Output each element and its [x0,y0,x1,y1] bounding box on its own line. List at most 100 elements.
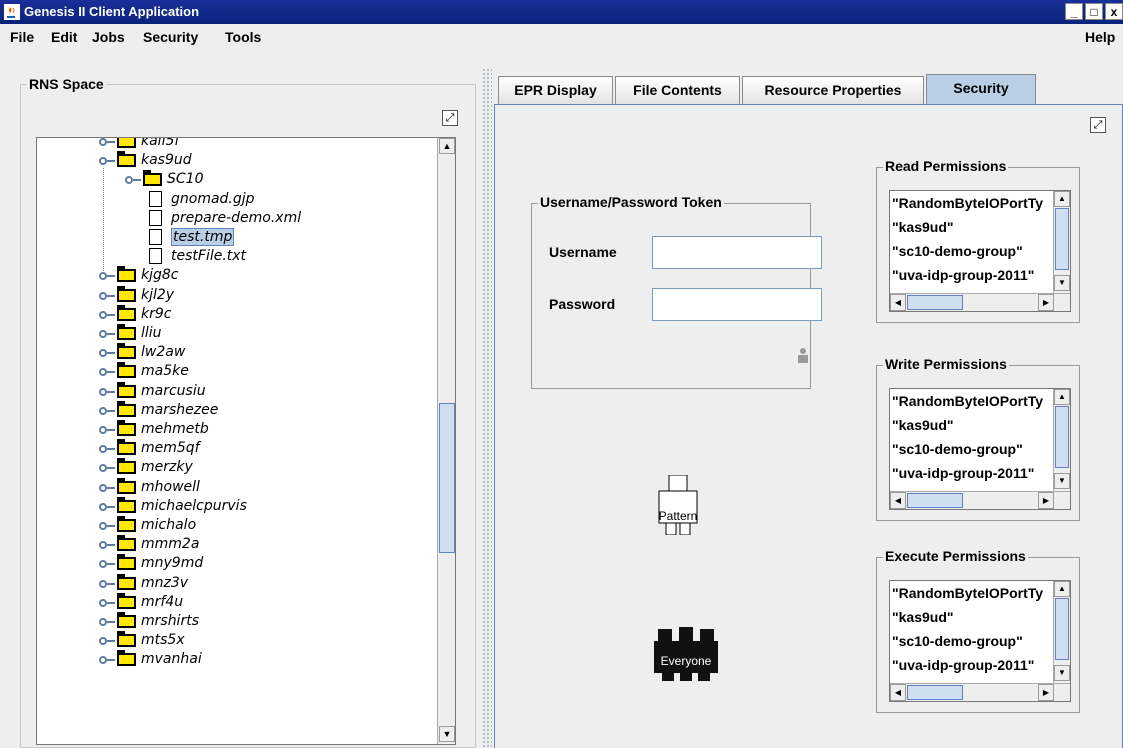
tab-epr-display[interactable]: EPR Display [498,76,613,104]
window-title-bar[interactable]: Genesis II Client Application _ □ x [0,0,1123,24]
collapsed-handle-icon[interactable] [99,560,107,569]
username-input[interactable] [652,236,822,269]
permissions-list[interactable]: "RandomByteIOPortTy "kas9ud" "sc10-demo-gr… [889,580,1071,702]
tree-folder-row[interactable]: mehmetb [37,420,437,439]
tree-folder-row[interactable]: ma5ke [37,362,437,381]
tree-folder-row[interactable]: SC10 [37,170,437,189]
collapsed-handle-icon[interactable] [99,598,107,607]
collapsed-handle-icon[interactable] [99,637,107,646]
permission-entry[interactable]: "uva-idp-group-2011" [892,657,1034,673]
permission-entry[interactable]: "RandomByteIOPortTy [892,585,1043,601]
scroll-up-arrow-icon[interactable]: ▲ [1054,581,1070,597]
permission-entry[interactable]: "kas9ud" [892,219,954,235]
scroll-right-arrow-icon[interactable]: ▶ [1038,684,1054,701]
tree-folder-row[interactable]: michalo [37,516,437,535]
tree-folder-row[interactable]: mhowell [37,477,437,497]
collapsed-handle-icon[interactable] [99,349,107,358]
permission-entry[interactable]: "kas9ud" [892,609,954,625]
scroll-down-arrow-icon[interactable]: ▼ [1054,275,1070,291]
maximize-button[interactable]: □ [1085,3,1103,20]
permission-entry[interactable]: "uva-idp-group-2011" [892,465,1034,481]
scroll-up-arrow-icon[interactable]: ▲ [439,138,455,154]
collapsed-handle-icon[interactable] [99,483,107,492]
scroll-left-arrow-icon[interactable]: ◀ [890,294,906,311]
pattern-icon[interactable]: Pattern [652,474,704,536]
tree-folder-row[interactable]: kall5f [37,138,437,151]
tree-folder-row[interactable]: mny9md [37,554,437,573]
collapsed-handle-icon[interactable] [99,330,107,338]
scroll-thumb[interactable] [907,493,963,508]
tree-folder-row[interactable]: mnz3v [37,573,437,593]
tree-folder-row[interactable]: kjg8c [37,266,437,285]
menu-help[interactable]: Help [1085,29,1115,45]
scroll-left-arrow-icon[interactable]: ◀ [890,684,906,701]
collapsed-handle-icon[interactable] [99,579,107,588]
permissions-vertical-scrollbar[interactable]: ▲ ▼ [1053,581,1070,683]
rns-maximize-icon[interactable]: ⤢ [442,110,458,126]
permissions-list[interactable]: "RandomByteIOPortTy "kas9ud" "sc10-demo-gr… [889,388,1071,510]
scroll-right-arrow-icon[interactable]: ▶ [1038,492,1054,509]
scroll-down-arrow-icon[interactable]: ▼ [439,726,455,742]
tree-folder-row[interactable]: lw2aw [37,343,437,362]
tree-folder-row[interactable]: kas9ud [37,151,437,170]
permission-entry[interactable]: "sc10-demo-group" [892,441,1023,457]
split-pane-divider[interactable] [482,68,492,748]
everyone-icon[interactable]: Everyone [652,627,720,683]
user-token-icon[interactable] [796,347,810,363]
tab-resource-properties[interactable]: Resource Properties [742,76,924,104]
scroll-thumb[interactable] [439,403,455,553]
permissions-vertical-scrollbar[interactable]: ▲ ▼ [1053,191,1070,293]
scroll-down-arrow-icon[interactable]: ▼ [1054,473,1070,489]
collapsed-handle-icon[interactable] [99,291,107,300]
tree-folder-row[interactable]: marshezee [37,400,437,420]
scroll-thumb[interactable] [1055,406,1069,468]
scroll-up-arrow-icon[interactable]: ▲ [1054,389,1070,405]
scroll-thumb[interactable] [1055,208,1069,270]
collapsed-handle-icon[interactable] [99,502,107,511]
collapsed-handle-icon[interactable] [99,656,107,665]
permissions-horizontal-scrollbar[interactable]: ◀ ▶ [890,491,1070,509]
tree-folder-row[interactable]: kjl2y [37,285,437,305]
permission-entry[interactable]: "RandomByteIOPortTy [892,195,1043,211]
permissions-horizontal-scrollbar[interactable]: ◀ ▶ [890,293,1070,311]
tree-file-row[interactable]: testFile.txt [37,247,437,266]
collapsed-handle-icon[interactable] [99,445,107,454]
permission-entry[interactable]: "kas9ud" [892,417,954,433]
tree-folder-row[interactable]: marcusiu [37,381,437,401]
collapsed-handle-icon[interactable] [99,368,107,377]
collapsed-handle-icon[interactable] [99,522,107,530]
minimize-button[interactable]: _ [1065,3,1083,20]
menu-edit[interactable]: Edit [51,29,77,45]
collapsed-handle-icon[interactable] [99,138,107,146]
tab-file-contents[interactable]: File Contents [615,76,740,104]
collapsed-handle-icon[interactable] [99,464,107,473]
menu-security[interactable]: Security [143,29,198,45]
password-input[interactable] [652,288,822,321]
tree-vertical-scrollbar[interactable]: ▲ ▼ [437,138,455,744]
security-maximize-icon[interactable]: ⤢ [1090,117,1106,133]
collapsed-handle-icon[interactable] [99,272,107,281]
menu-file[interactable]: File [10,29,34,45]
tree-folder-row[interactable]: mem5qf [37,439,437,458]
close-button[interactable]: x [1105,3,1123,20]
collapsed-handle-icon[interactable] [99,618,107,626]
tree-folder-row[interactable]: mrf4u [37,592,437,612]
scroll-thumb[interactable] [907,295,963,310]
scroll-down-arrow-icon[interactable]: ▼ [1054,665,1070,681]
permissions-vertical-scrollbar[interactable]: ▲ ▼ [1053,389,1070,491]
tree-folder-row[interactable]: michaelcpurvis [37,496,437,516]
tree-file-row[interactable]: prepare-demo.xml [37,209,437,228]
expanded-handle-icon[interactable] [99,157,107,166]
permission-entry[interactable]: "uva-idp-group-2011" [892,267,1034,283]
tree-folder-row[interactable]: mrshirts [37,612,437,631]
rns-tree[interactable]: mvanhai mts5x mrshirts mrf4u mnz3v mny9md mmm2… [36,137,456,745]
tree-folder-row[interactable]: kr9c [37,304,437,324]
tree-folder-row[interactable]: lliu [37,324,437,343]
collapsed-handle-icon[interactable] [99,406,107,415]
tree-file-row[interactable]: test.tmp [37,228,437,247]
tree-folder-row[interactable]: merzky [37,458,437,477]
menu-jobs[interactable]: Jobs [92,29,125,45]
permissions-horizontal-scrollbar[interactable]: ◀ ▶ [890,683,1070,701]
tab-security[interactable]: Security [926,74,1036,106]
scroll-thumb[interactable] [907,685,963,700]
